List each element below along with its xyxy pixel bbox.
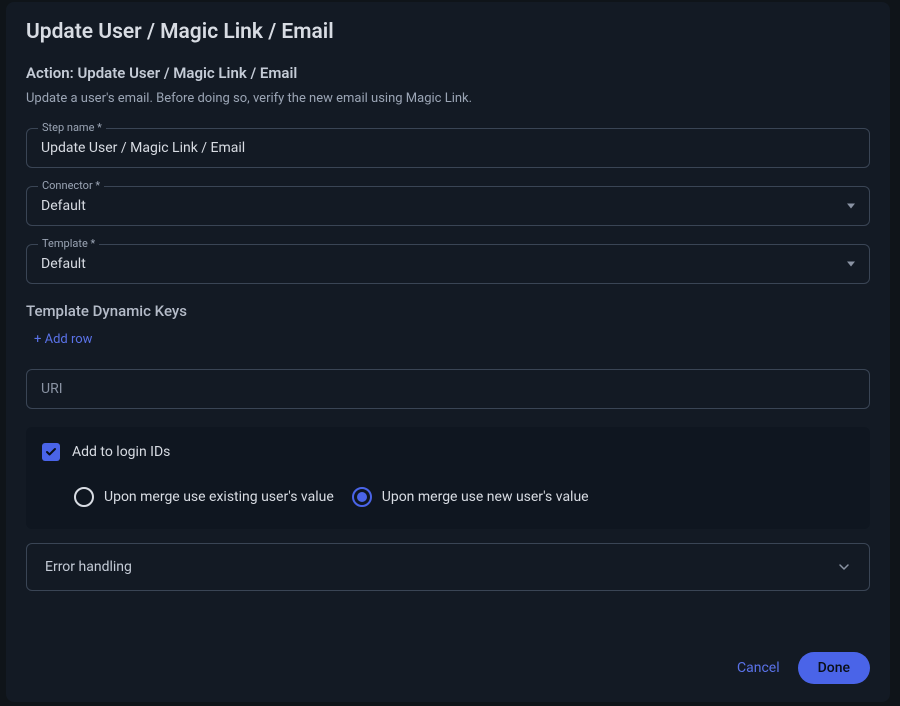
cancel-button[interactable]: Cancel: [737, 660, 780, 676]
template-select[interactable]: Default: [26, 244, 870, 284]
uri-input[interactable]: [26, 369, 870, 409]
merge-existing-option[interactable]: Upon merge use existing user's value: [74, 487, 334, 507]
step-name-field: Step name *: [26, 128, 870, 168]
connector-label: Connector *: [38, 179, 104, 192]
connector-field: Connector * Default: [26, 186, 870, 226]
login-ids-section: Add to login IDs Upon merge use existing…: [26, 427, 870, 529]
add-to-login-ids-checkbox[interactable]: [42, 443, 60, 461]
merge-existing-radio: [74, 487, 94, 507]
error-handling-section[interactable]: Error handling: [26, 543, 870, 591]
chevron-down-icon: [837, 560, 851, 574]
done-button[interactable]: Done: [798, 652, 870, 684]
step-name-label: Step name *: [38, 121, 106, 134]
add-row-button[interactable]: + Add row: [34, 332, 870, 347]
checkmark-icon: [45, 446, 57, 458]
action-description: Update a user's email. Before doing so, …: [26, 91, 870, 106]
merge-radio-group: Upon merge use existing user's value Upo…: [74, 487, 854, 507]
template-field: Template * Default: [26, 244, 870, 284]
modal-title: Update User / Magic Link / Email: [26, 20, 870, 44]
action-modal: Update User / Magic Link / Email Action:…: [6, 2, 890, 702]
add-to-login-ids-row: Add to login IDs: [42, 443, 854, 461]
add-to-login-ids-label: Add to login IDs: [72, 444, 170, 460]
template-label: Template *: [38, 237, 99, 250]
merge-new-label: Upon merge use new user's value: [382, 489, 589, 505]
merge-existing-label: Upon merge use existing user's value: [104, 489, 334, 505]
step-name-input[interactable]: [26, 128, 870, 168]
merge-new-radio: [352, 487, 372, 507]
connector-select[interactable]: Default: [26, 186, 870, 226]
modal-footer: Cancel Done: [737, 652, 870, 684]
action-subtitle: Action: Update User / Magic Link / Email: [26, 64, 870, 82]
error-handling-label: Error handling: [45, 559, 132, 575]
merge-new-option[interactable]: Upon merge use new user's value: [352, 487, 589, 507]
dynamic-keys-header: Template Dynamic Keys: [26, 302, 870, 320]
uri-field: [26, 369, 870, 409]
